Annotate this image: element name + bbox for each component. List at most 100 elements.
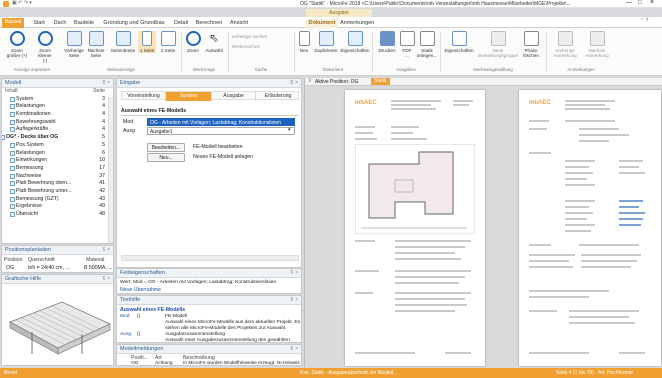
- two-page-button[interactable]: 2 Seite: [158, 31, 178, 53]
- tree-header: Inhalt Seite: [5, 88, 105, 94]
- tree-item[interactable]: OG* - Decke über OG 5: [2, 134, 113, 142]
- tab-berechnen[interactable]: Berechnen: [194, 19, 224, 28]
- group-label: Dokument: [322, 67, 343, 72]
- msg-description[interactable]: In MicroFe wurden Modellhinweise erzeugt…: [183, 361, 300, 365]
- page-width-button[interactable]: Seitenbreite: [110, 31, 136, 53]
- tree-item[interactable]: Bemessung 17: [2, 165, 113, 173]
- tree-item[interactable]: Belastungen 4: [2, 103, 113, 111]
- tree-item[interactable]: Belastungen 6: [2, 150, 113, 158]
- quick-access-save-icon[interactable]: ▣ ↶ ↷ ▾: [12, 0, 32, 6]
- delete-phase-button[interactable]: Phase löschen: [520, 31, 542, 58]
- next-note-button[interactable]: Nächste Anmerkung: [582, 31, 612, 58]
- duplicate-button[interactable]: Duplizieren: [312, 31, 340, 53]
- tree-item[interactable]: Auflagerkräfte 4: [2, 126, 113, 134]
- tab-bauteil[interactable]: Bauteil: [2, 18, 24, 28]
- tree-item[interactable]: Platt Bewehrung unter... 42: [2, 188, 113, 196]
- ribbon-collapse-icon[interactable]: ⌃ ?: [640, 18, 648, 24]
- help-symbol: {}: [137, 332, 141, 337]
- tree-item[interactable]: Pos.System 5: [2, 142, 113, 150]
- remark-group-icon: [490, 31, 506, 46]
- model-messages-title: Modellmeldungen ⊼ ×: [117, 345, 301, 354]
- new-remark-group-button[interactable]: Neue Bemerkungsgruppe: [478, 31, 518, 58]
- pin-icon[interactable]: ⊼ ×: [102, 275, 110, 284]
- new-adoption-link[interactable]: Neue Übernahme: [120, 287, 161, 293]
- folder-icon: [10, 119, 15, 125]
- zoom-out-button[interactable]: Zoom kleiner (-): [32, 31, 58, 63]
- subtab-ausgabe[interactable]: Ausgabe: [212, 92, 256, 101]
- new-document-button[interactable]: Neu: [297, 31, 311, 53]
- subtab-voreinstellung[interactable]: Voreinstellung: [122, 92, 166, 101]
- tree-item[interactable]: System 3: [2, 96, 113, 104]
- close-button[interactable]: ×: [650, 0, 654, 6]
- pin-icon[interactable]: ⊼ ×: [290, 79, 298, 88]
- select-tool-button[interactable]: ⇖ Auswahl: [204, 31, 224, 53]
- tab-dokument[interactable]: Dokument: [306, 19, 338, 28]
- pin-icon[interactable]: ⊼ ×: [102, 246, 110, 255]
- minimize-button[interactable]: —: [626, 0, 632, 6]
- ausg-select[interactable]: Ausgabe1: [147, 127, 295, 135]
- tab-start[interactable]: Start: [30, 19, 48, 28]
- querschnitt-cell[interactable]: b/h = 24/40 cm, ...: [28, 265, 70, 271]
- duplicate-icon: [318, 31, 334, 46]
- tree-item[interactable]: Kombinationen 4: [2, 111, 113, 119]
- statik-create-button[interactable]: Statik anlegen...: [416, 31, 438, 58]
- pin-icon[interactable]: ⊼: [308, 78, 312, 84]
- preview-page-right[interactable]: mbAEC: [519, 90, 661, 366]
- pin-icon[interactable]: ⊼ ×: [290, 345, 298, 354]
- search-next-item[interactable]: Weitersuchen: [232, 44, 260, 49]
- context-tab-group-label: Ausgabe: [306, 9, 372, 17]
- tree-scrollbar[interactable]: [108, 97, 113, 243]
- document-properties-button[interactable]: Eigenschaften: [340, 31, 370, 53]
- maximize-button[interactable]: □: [638, 0, 642, 6]
- zoom-tool-button[interactable]: Zoom: [184, 31, 202, 53]
- tree-item-label: Bemessung (GZT): [16, 195, 59, 202]
- tab-dach[interactable]: Dach: [52, 19, 68, 28]
- pin-icon[interactable]: ⊼ ×: [290, 296, 298, 305]
- tree-item[interactable]: Nachweise 37: [2, 173, 113, 181]
- tab-bauteile[interactable]: Bauteile: [72, 19, 96, 28]
- tree-item[interactable]: Bemessung (GZT) 43: [2, 196, 113, 204]
- pin-icon[interactable]: ⊼ ×: [102, 79, 110, 88]
- next-page-button[interactable]: Nächste Seite: [86, 31, 106, 58]
- subtab-erlaeuterung[interactable]: Erläuterung: [256, 92, 300, 101]
- tree-item-label: Einwirkungen: [16, 157, 48, 164]
- material-cell[interactable]: B 500MA, ...: [84, 265, 113, 271]
- model-tree: System 3 Belastungen 4 Kombinationen 4 Bewehru…: [2, 96, 113, 219]
- pin-icon[interactable]: ⊼ ×: [290, 269, 298, 278]
- search-previous-item[interactable]: vorherige suchen: [232, 34, 267, 39]
- chevron-down-icon[interactable]: ▾: [288, 127, 291, 133]
- tree-item[interactable]: Platt Bewehrung oben... 41: [2, 180, 113, 188]
- tree-item[interactable]: Einwirkungen 10: [2, 157, 113, 165]
- output-properties-button[interactable]: Eigenschaften: [444, 31, 474, 53]
- separator: [294, 32, 295, 72]
- msg-type[interactable]: Achtung: [155, 361, 173, 365]
- tree-item-label: Bemessung: [16, 164, 44, 171]
- tab-anmerkungen[interactable]: Anmerkungen: [340, 19, 374, 28]
- pdf-button[interactable]: PDF ...: [399, 31, 415, 58]
- tab-ansicht[interactable]: Ansicht: [228, 19, 250, 28]
- tree-item[interactable]: Ergebnisse 49: [2, 203, 113, 211]
- mod-select[interactable]: OG - Arbeiten mit Vorlagen; Lastabtrag; …: [147, 118, 295, 126]
- tab-detail[interactable]: Detail: [172, 19, 190, 28]
- input-scrollbar[interactable]: [121, 255, 299, 261]
- field-value-text: Wert: Mod = OG - Arbeiten mit Vorlagen; …: [120, 280, 277, 285]
- msg-position[interactable]: OG: [131, 361, 138, 365]
- previous-note-button[interactable]: Vorherige Anmerkung: [550, 31, 580, 58]
- one-page-button[interactable]: 1 Seite: [138, 31, 156, 53]
- new-model-button[interactable]: Neu...: [147, 153, 185, 162]
- preview-page-left[interactable]: mbAEC: [345, 90, 485, 366]
- previous-page-button[interactable]: Vorherige Seite: [62, 31, 86, 58]
- tree-item[interactable]: Bewehrungswahl 4: [2, 119, 113, 127]
- statik-tab[interactable]: Statik: [371, 78, 390, 85]
- position-cell[interactable]: OG: [6, 265, 14, 271]
- tab-gruendung[interactable]: Gründung und Grundbau: [100, 19, 168, 28]
- zoom-in-button[interactable]: Zoom größer (+): [4, 31, 30, 58]
- tree-item-label: Platt Bewehrung oben...: [16, 180, 72, 187]
- help-key: Mod: [120, 314, 130, 319]
- edit-model-button[interactable]: Bearbeiten...: [147, 143, 185, 152]
- print-button[interactable]: Drucken: [376, 31, 398, 53]
- delete-icon: [523, 31, 539, 46]
- tree-item[interactable]: Übersicht 48: [2, 211, 113, 219]
- subtab-system[interactable]: System: [166, 92, 212, 101]
- text-help-panel: Texthilfe ⊼ × Auswahl eines FE-Modells Mo…: [116, 295, 302, 343]
